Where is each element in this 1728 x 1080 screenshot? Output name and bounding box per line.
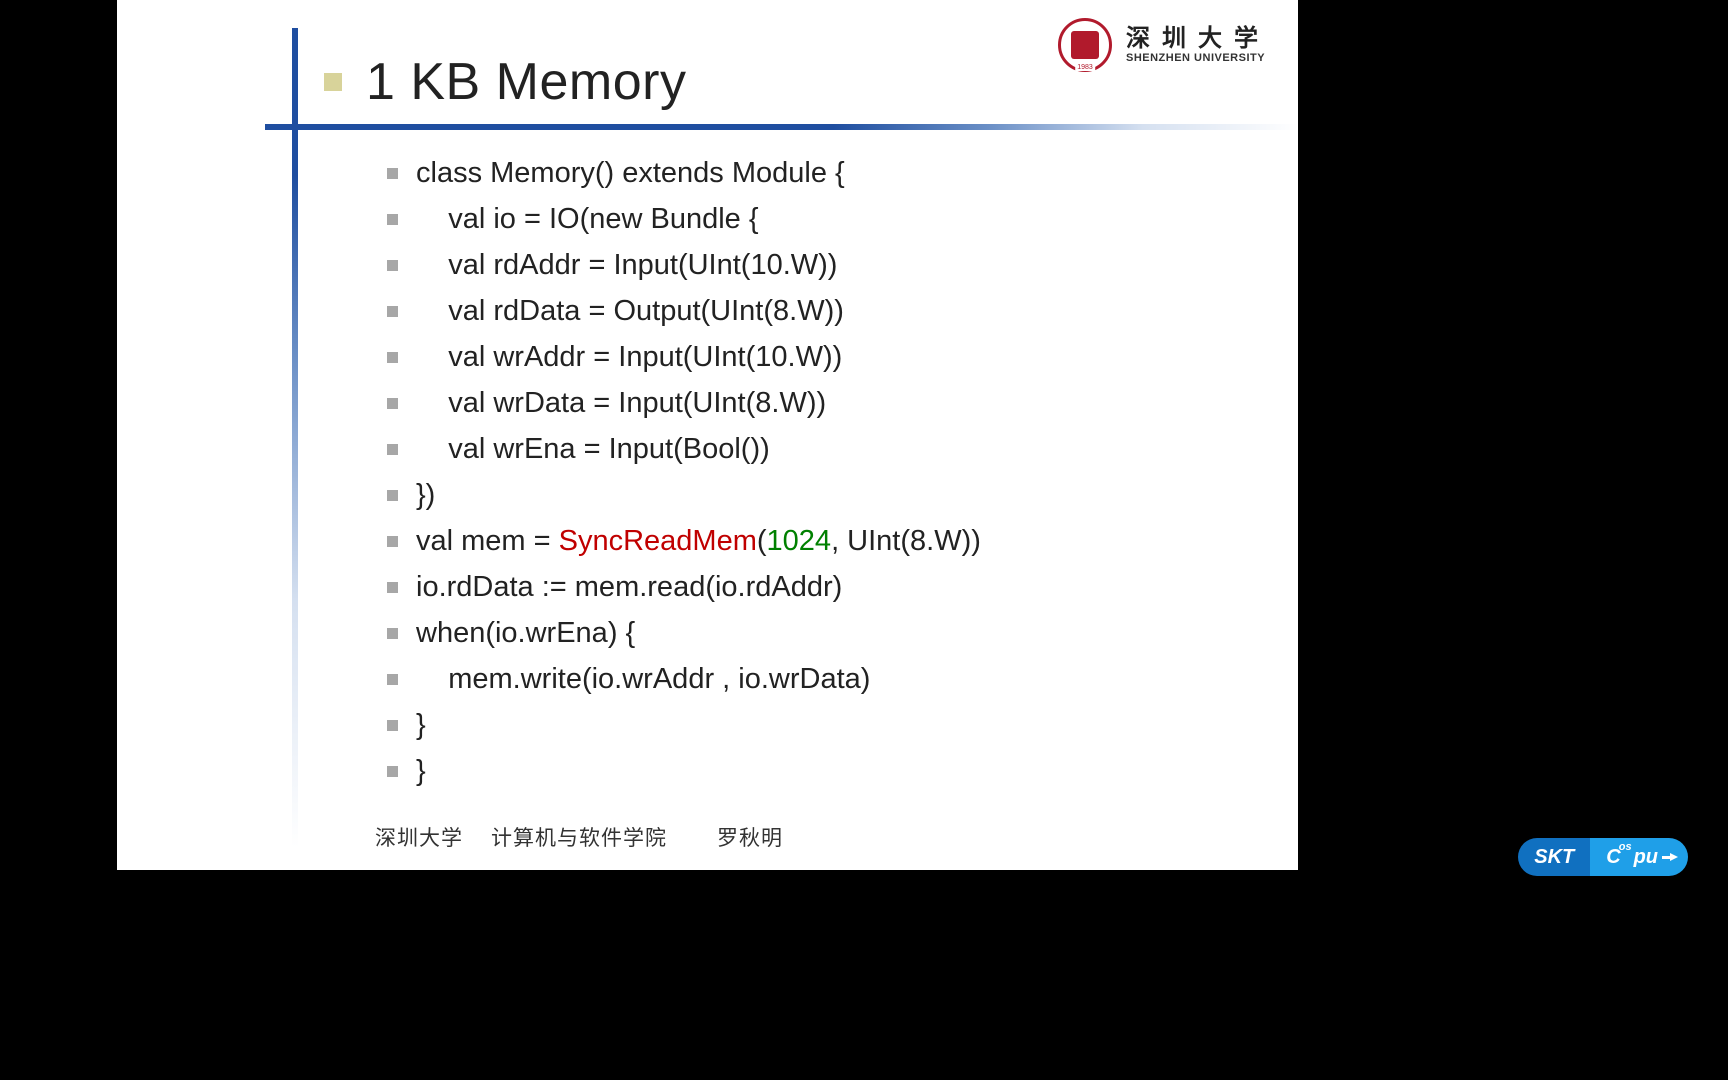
vertical-rule (292, 28, 298, 848)
code-frag: val mem = (416, 525, 559, 557)
code-line: val wrEna = Input(Bool()) (387, 426, 1258, 472)
code-text: val io = IO(new Bundle { (416, 196, 759, 242)
code-line: val rdData = Output(UInt(8.W)) (387, 288, 1258, 334)
code-line: val wrData = Input(UInt(8.W)) (387, 380, 1258, 426)
code-frag: , UInt(8.W)) (831, 525, 981, 557)
title-bullet-icon (324, 73, 342, 91)
university-logo: 1983 深圳大学 SHENZHEN UNIVERSITY (1058, 18, 1270, 72)
code-line: class Memory() extends Module { (387, 150, 1258, 196)
badge-right: Cospu (1590, 838, 1688, 876)
logo-chinese: 深圳大学 (1126, 26, 1270, 52)
code-text: val wrEna = Input(Bool()) (416, 426, 770, 472)
code-line: val mem = SyncReadMem(1024, UInt(8.W)) (387, 518, 1258, 564)
arrow-right-icon (1670, 853, 1678, 861)
bullet-icon (387, 306, 398, 317)
bullet-icon (387, 720, 398, 731)
logo-text: 深圳大学 SHENZHEN UNIVERSITY (1126, 26, 1270, 64)
badge-left: SKT (1518, 838, 1590, 876)
seal-inner-icon (1071, 31, 1099, 59)
bullet-icon (387, 214, 398, 225)
bullet-icon (387, 168, 398, 179)
code-line: } (387, 748, 1258, 794)
code-text: val wrAddr = Input(UInt(10.W)) (416, 334, 842, 380)
bullet-icon (387, 260, 398, 271)
code-frag-red: SyncReadMem (559, 525, 757, 557)
code-line: } (387, 702, 1258, 748)
code-text: when(io.wrEna) { (416, 610, 635, 656)
title-text: 1 KB Memory (366, 52, 686, 112)
title: 1 KB Memory (324, 52, 686, 112)
code-line: io.rdData := mem.read(io.rdAddr) (387, 564, 1258, 610)
code-body: class Memory() extends Module { val io =… (387, 150, 1258, 794)
bullet-icon (387, 674, 398, 685)
bullet-icon (387, 352, 398, 363)
code-text: mem.write(io.wrAddr , io.wrData) (416, 656, 870, 702)
slide: 1 KB Memory 1983 深圳大学 SHENZHEN UNIVERSIT… (117, 0, 1298, 870)
badge-os: os (1619, 841, 1632, 853)
logo-english: SHENZHEN UNIVERSITY (1126, 52, 1270, 64)
code-text: val rdAddr = Input(UInt(10.W)) (416, 242, 837, 288)
footer-univ: 深圳大学 (375, 826, 463, 850)
code-frag: ( (757, 525, 767, 557)
code-text: }) (416, 472, 435, 518)
skt-cpu-badge: SKT Cospu (1518, 838, 1688, 876)
code-line: mem.write(io.wrAddr , io.wrData) (387, 656, 1258, 702)
code-text: val wrData = Input(UInt(8.W)) (416, 380, 826, 426)
footer-college: 计算机与软件学院 (491, 826, 667, 850)
code-text: } (416, 702, 426, 748)
bullet-icon (387, 444, 398, 455)
university-seal-icon: 1983 (1058, 18, 1112, 72)
code-text: class Memory() extends Module { (416, 150, 845, 196)
badge-pu: pu (1634, 846, 1658, 868)
stage: 1 KB Memory 1983 深圳大学 SHENZHEN UNIVERSIT… (0, 0, 1728, 1080)
code-frag-green: 1024 (767, 525, 832, 557)
code-text: val mem = SyncReadMem(1024, UInt(8.W)) (416, 518, 981, 564)
bullet-icon (387, 398, 398, 409)
bullet-icon (387, 536, 398, 547)
footer-author: 罗秋明 (717, 826, 783, 850)
code-line: val wrAddr = Input(UInt(10.W)) (387, 334, 1258, 380)
bullet-icon (387, 628, 398, 639)
code-line: when(io.wrEna) { (387, 610, 1258, 656)
code-text: io.rdData := mem.read(io.rdAddr) (416, 564, 842, 610)
code-line: val io = IO(new Bundle { (387, 196, 1258, 242)
code-text: } (416, 748, 426, 794)
code-line: val rdAddr = Input(UInt(10.W)) (387, 242, 1258, 288)
code-text: val rdData = Output(UInt(8.W)) (416, 288, 844, 334)
horizontal-rule (265, 124, 1298, 130)
bullet-icon (387, 766, 398, 777)
bullet-icon (387, 582, 398, 593)
seal-year: 1983 (1075, 64, 1095, 71)
code-line: }) (387, 472, 1258, 518)
bullet-icon (387, 490, 398, 501)
footer: 深圳大学 计算机与软件学院 罗秋明 (375, 822, 783, 852)
